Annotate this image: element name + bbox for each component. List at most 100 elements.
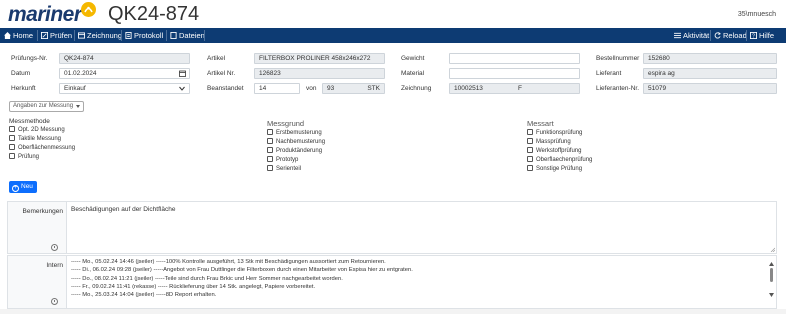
nav-reload-label: Reload <box>723 31 747 40</box>
user-name[interactable]: 35\mnuesch <box>738 11 776 18</box>
messart-werkstoff-checkbox[interactable]: Werkstoffprüfung <box>527 147 581 155</box>
messgrund-prototyp-checkbox[interactable]: Prototyp <box>267 156 298 164</box>
checkbox-label: Sonstige Prüfung <box>536 166 583 172</box>
nav-home-label: Home <box>13 31 34 40</box>
nav-divider <box>37 30 38 41</box>
calendar-icon[interactable] <box>179 70 186 77</box>
drawing-icon <box>78 32 85 39</box>
artikel-nr-label: Artikel Nr. <box>207 70 236 77</box>
beanstandet-field[interactable]: 14 <box>254 83 300 94</box>
messgrund-serie-checkbox[interactable]: Serienteil <box>267 165 301 173</box>
svg-text:?: ? <box>752 34 755 39</box>
nav-home[interactable]: Home <box>4 28 33 43</box>
home-icon <box>4 32 11 39</box>
checkbox-label: Serienteil <box>276 166 302 172</box>
bemerkungen-textarea[interactable]: Beschädigungen auf der Dichtfläche <box>66 202 776 253</box>
resize-handle-icon[interactable] <box>770 247 775 252</box>
pruefungs-nr-label: Prüfungs-Nr. <box>11 55 48 62</box>
gewicht-field[interactable] <box>449 53 580 64</box>
angaben-messung-dropdown[interactable]: Angaben zur Messung <box>9 101 84 112</box>
checkbox-label: Massprüfung <box>536 139 571 145</box>
clock-icon[interactable] <box>51 244 58 251</box>
log-line: ----- Do., 08.02.24 11:21 (jseiler) ----… <box>71 275 343 282</box>
zeichnung-suffix: F <box>518 85 522 92</box>
chevron-down-icon <box>179 86 185 91</box>
caret-down-icon <box>76 105 80 108</box>
messgrund-erst-checkbox[interactable]: Erstbemusterung <box>267 129 322 137</box>
angaben-messung-label: Angaben zur Messung <box>13 103 74 109</box>
checkbox-box <box>267 129 273 135</box>
scroll-up-icon[interactable] <box>769 262 774 266</box>
checkbox-label: Oberflächenmessung <box>18 145 76 151</box>
nav-pruefen[interactable]: Prüfen <box>41 28 72 43</box>
neu-button-label: Neu <box>21 183 33 190</box>
messgrund-title: Messgrund <box>267 119 305 128</box>
zeichnung-value: 10002513 <box>454 85 483 92</box>
nav-hilfe[interactable]: ? Hilfe <box>750 28 774 43</box>
checkbox-box <box>527 147 533 153</box>
gewicht-label: Gewicht <box>401 55 425 62</box>
nav-dateien-label: Dateien <box>179 31 205 40</box>
header-bar: mariner QK24-874 35\mnuesch <box>0 0 786 28</box>
log-line: ----- Mo., 25.03.24 14:04 (jseiler) ----… <box>71 292 217 299</box>
nav-reload[interactable]: Reload <box>714 28 747 43</box>
beanstandet-label: Beanstandet <box>207 85 244 92</box>
lieferanten-nr-label: Lieferanten-Nr. <box>596 85 639 92</box>
nav-protokoll-label: Protokoll <box>134 31 164 40</box>
nav-zeichnung-label: Zeichnung <box>87 31 123 40</box>
bestellnummer-field: 152680 <box>643 53 777 64</box>
checkbox-box <box>527 138 533 144</box>
messmethode-taktil-checkbox[interactable]: Taktile Messung <box>9 135 61 143</box>
neu-button[interactable]: + Neu <box>9 181 37 193</box>
nav-aktivitaet-label: Aktivität <box>683 31 710 40</box>
nav-zeichnung[interactable]: Zeichnung <box>78 28 122 43</box>
scroll-down-icon[interactable] <box>769 293 774 297</box>
next-row <box>0 309 786 314</box>
artikel-field: FILTERBOX PROLINER 458x246x272 <box>254 53 385 64</box>
nav-aktivitaet[interactable]: Aktivität <box>674 28 709 43</box>
herkunft-value: Einkauf <box>64 85 86 92</box>
messart-oberflaeche-checkbox[interactable]: Oberflaechenprüfung <box>527 156 592 164</box>
messart-mass-checkbox[interactable]: Massprüfung <box>527 138 571 146</box>
messmethode-pruefung-checkbox[interactable]: Prüfung <box>9 153 39 161</box>
checkbox-label: Prüfung <box>18 154 40 160</box>
intern-label: Intern <box>46 262 63 269</box>
bemerkungen-label: Bemerkungen <box>22 208 63 215</box>
nav-bar: Home Prüfen Zeichnung Protokoll Dateien … <box>0 28 786 43</box>
artikel-label: Artikel <box>207 55 226 62</box>
menu-icon <box>674 32 681 39</box>
checkbox-label: Oberflaechenprüfung <box>536 157 593 163</box>
nav-divider <box>204 30 205 41</box>
messmethode-opt2d-checkbox[interactable]: Opt. 2D Messung <box>9 126 65 134</box>
nav-divider <box>166 30 167 41</box>
bemerkungen-text: Beschädigungen auf der Dichtfläche <box>71 206 176 213</box>
help-icon: ? <box>750 32 757 39</box>
folder-icon <box>170 32 177 39</box>
mariner-logo[interactable]: mariner <box>8 3 82 27</box>
messgrund-nach-checkbox[interactable]: Nachbemusterung <box>267 138 325 146</box>
messart-funktion-checkbox[interactable]: Funktionsprüfung <box>527 129 582 137</box>
bemerkungen-section: Bemerkungen Beschädigungen auf der Dicht… <box>7 201 777 254</box>
unit-label: STK <box>367 85 380 92</box>
zeichnung-field: 10002513 F <box>449 83 580 94</box>
document-icon <box>125 32 132 39</box>
scrollbar-thumb[interactable] <box>770 268 773 282</box>
nav-divider <box>121 30 122 41</box>
reload-icon <box>714 32 721 39</box>
nav-protokoll[interactable]: Protokoll <box>125 28 163 43</box>
nav-dateien[interactable]: Dateien <box>170 28 205 43</box>
herkunft-select[interactable]: Einkauf <box>59 83 190 94</box>
checkbox-box <box>267 138 273 144</box>
intern-section: Intern ----- Mo., 05.02.24 14:46 (jseile… <box>7 255 777 309</box>
lieferant-field: espira ag <box>643 68 777 79</box>
messmethode-oberflaeche-checkbox[interactable]: Oberflächenmessung <box>9 144 75 152</box>
clock-icon[interactable] <box>51 298 58 305</box>
messart-sonstige-checkbox[interactable]: Sonstige Prüfung <box>527 165 582 173</box>
datum-field[interactable]: 01.02.2024 <box>59 68 190 79</box>
messgrund-produkt-checkbox[interactable]: Produktänderung <box>267 147 322 155</box>
intern-textarea[interactable]: ----- Mo., 05.02.24 14:46 (jseiler) ----… <box>66 256 776 308</box>
checkbox-box <box>267 156 273 162</box>
checkbox-box <box>527 129 533 135</box>
material-field[interactable] <box>449 68 580 79</box>
messart-title: Messart <box>527 119 554 128</box>
